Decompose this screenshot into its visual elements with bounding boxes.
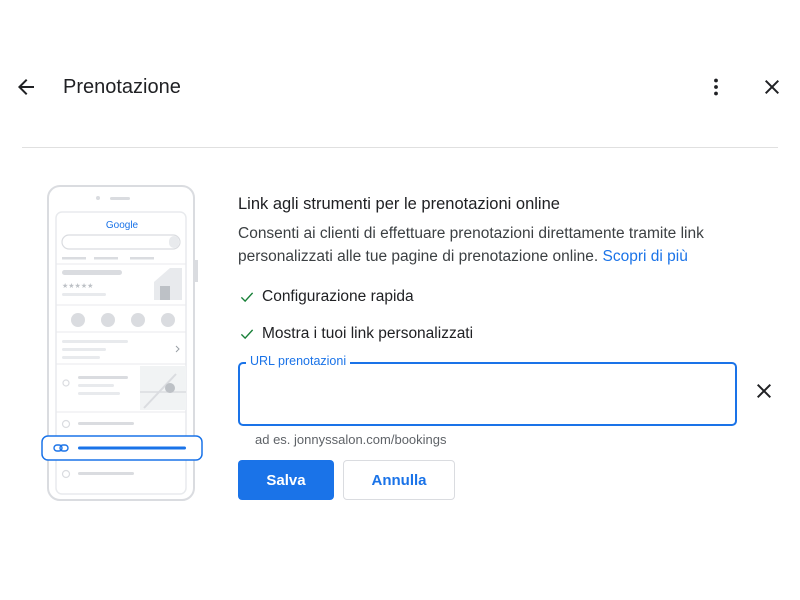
learn-more-link[interactable]: Scopri di più [603, 248, 688, 265]
content-panel: Link agli strumenti per le prenotazioni … [238, 192, 778, 268]
feature-item: Configurazione rapida [238, 288, 414, 306]
feature-label: Configurazione rapida [262, 288, 414, 305]
booking-url-input[interactable] [238, 362, 737, 426]
clear-url-button[interactable] [752, 379, 776, 403]
booking-url-label: URL prenotazioni [246, 354, 351, 368]
back-button[interactable] [14, 75, 38, 99]
close-icon [765, 80, 779, 94]
save-button[interactable]: Salva [238, 460, 334, 500]
close-icon [757, 384, 771, 398]
dialog-header: Prenotazione [0, 62, 800, 112]
brand-text: Google [106, 220, 139, 231]
section-heading: Link agli strumenti per le prenotazioni … [238, 195, 560, 213]
more-vert-icon [714, 78, 718, 96]
cancel-button[interactable]: Annulla [343, 460, 455, 500]
feature-item: Mostra i tuoi link personalizzati [238, 325, 473, 343]
feature-label: Mostra i tuoi link personalizzati [262, 325, 474, 342]
close-button[interactable] [760, 75, 784, 99]
page-title: Prenotazione [63, 76, 181, 98]
section-description: Consenti ai clienti di effettuare prenot… [238, 222, 758, 268]
url-hint: ad es. jonnyssalon.com/bookings [255, 432, 447, 447]
more-options-button[interactable] [704, 75, 728, 99]
rating-stars: ★★★★★ [62, 282, 93, 290]
phone-illustration: Google ★★★★★ [36, 178, 206, 508]
check-icon [240, 329, 254, 340]
arrow-back-icon [18, 79, 34, 95]
check-icon [240, 292, 254, 303]
header-divider [22, 147, 778, 148]
